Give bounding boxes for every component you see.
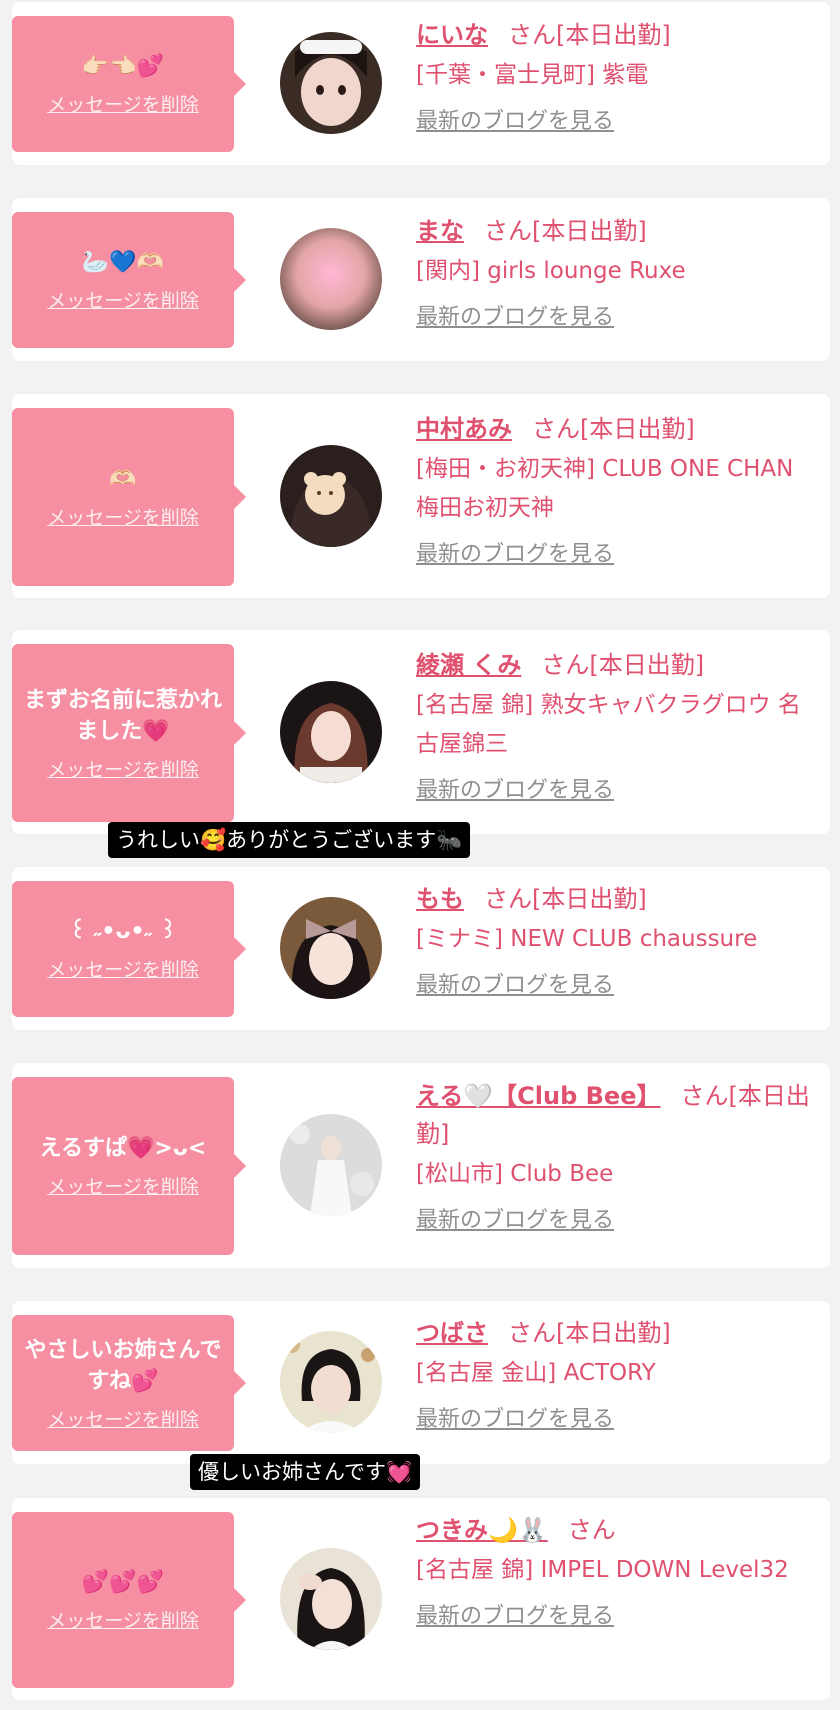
cast-status: さん	[567, 1516, 616, 1544]
avatar[interactable]	[280, 1331, 382, 1433]
avatar[interactable]	[280, 32, 382, 134]
avatar[interactable]	[280, 681, 382, 783]
avatar[interactable]	[280, 228, 382, 330]
cast-status: さん[本日出勤]	[484, 217, 647, 245]
message-bubble: 👉🏻👈🏻💕 メッセージを削除	[12, 16, 246, 152]
latest-blog-link[interactable]: 最新のブログを見る	[416, 969, 614, 1003]
message-bubble: 💕💕💕 メッセージを削除	[12, 1512, 246, 1688]
latest-blog-link[interactable]: 最新のブログを見る	[416, 538, 614, 572]
message-bubble: まずお名前に惹かれました💗 メッセージを削除	[12, 644, 246, 822]
message-text: 🫶🏻	[109, 467, 137, 492]
latest-blog-link[interactable]: 最新のブログを見る	[416, 105, 614, 139]
woman-photo-icon	[280, 681, 382, 783]
delete-message-link[interactable]: メッセージを削除	[47, 755, 199, 782]
delete-message-link[interactable]: メッセージを削除	[47, 1405, 199, 1432]
cast-status: さん[本日出勤]	[484, 885, 647, 913]
shop-name: [梅田・お初天神] CLUB ONE CHAN 梅田お初天神	[416, 456, 794, 521]
cast-name-link[interactable]: 綾瀬 くみ	[416, 651, 521, 679]
delete-message-link[interactable]: メッセージを削除	[47, 503, 199, 530]
cast-info: つきみ🌙🐰 さん [名古屋 錦] IMPEL DOWN Level32 最新のブロ…	[416, 1511, 816, 1634]
avatar[interactable]	[280, 445, 382, 547]
cast-info: える🤍【Club Bee】 さん[本日出勤] [松山市] Club Bee 最新の…	[416, 1077, 816, 1238]
cast-status: さん[本日出勤]	[541, 651, 705, 679]
message-text: 💕💕💕	[81, 1570, 165, 1595]
shop-name: [千葉・富士見町] 紫電	[416, 62, 649, 88]
white-dress-photo-icon	[280, 1114, 382, 1216]
cast-name-link[interactable]: にいな	[416, 21, 488, 49]
shop-name: [名古屋 錦] IMPEL DOWN Level32	[416, 1557, 789, 1583]
cast-info: つばさ さん[本日出勤] [名古屋 金山] ACTORY 最新のブログを見る	[416, 1314, 816, 1437]
cast-name-link[interactable]: える🤍【Club Bee】	[416, 1082, 660, 1110]
message-text: まずお名前に惹かれました💗	[23, 687, 222, 744]
salute-girl-photo-icon	[280, 1548, 382, 1650]
message-text: ꒰ ˶•ᴗ•˶ ꒱	[69, 919, 177, 944]
shop-name: [ミナミ] NEW CLUB chaussure	[416, 926, 758, 952]
delete-message-link[interactable]: メッセージを削除	[47, 90, 199, 117]
cast-info: 中村あみ さん[本日出勤] [梅田・お初天神] CLUB ONE CHAN 梅田お…	[416, 410, 816, 572]
cast-status: さん[本日出勤]	[532, 415, 695, 443]
cast-info: にいな さん[本日出勤] [千葉・富士見町] 紫電 最新のブログを見る	[416, 16, 816, 139]
avatar[interactable]	[280, 1114, 382, 1216]
message-text: 👉🏻👈🏻💕	[81, 54, 165, 79]
cast-name-link[interactable]: つばさ	[416, 1319, 488, 1347]
video-caption: うれしい🥰ありがとうございます🐜	[108, 822, 471, 858]
video-caption: 優しいお姉さんです💓	[190, 1454, 421, 1490]
bear-sticker-photo-icon	[280, 445, 382, 547]
latest-blog-link[interactable]: 最新のブログを見る	[416, 1403, 614, 1437]
avatar[interactable]	[280, 1548, 382, 1650]
cast-name-link[interactable]: 中村あみ	[416, 415, 512, 443]
cast-info: もも さん[本日出勤] [ミナミ] NEW CLUB chaussure 最新のブ…	[416, 880, 816, 1003]
message-bubble: やさしいお姉さんですね💕 メッセージを削除	[12, 1315, 246, 1451]
message-bubble: 🦢💙🫶🏻 メッセージを削除	[12, 212, 246, 348]
cast-status: さん[本日出勤]	[508, 1319, 671, 1347]
message-bubble: ꒰ ˶•ᴗ•˶ ꒱ メッセージを削除	[12, 881, 246, 1017]
latest-blog-link[interactable]: 最新のブログを見る	[416, 774, 614, 808]
cast-name-link[interactable]: つきみ🌙🐰	[416, 1516, 548, 1544]
message-text: 🦢💙🫶🏻	[81, 250, 165, 275]
message-text: えるすぱ💗>ᴗ<	[39, 1136, 207, 1161]
avatar[interactable]	[280, 897, 382, 999]
shop-name: [名古屋 錦] 熟女キャバクラグロウ 名古屋錦三	[416, 692, 801, 757]
girl-photo-icon	[280, 32, 382, 134]
shop-name: [名古屋 金山] ACTORY	[416, 1360, 656, 1386]
message-bubble: えるすぱ💗>ᴗ< メッセージを削除	[12, 1077, 246, 1255]
cast-info: 綾瀬 くみ さん[本日出勤] [名古屋 錦] 熟女キャバクラグロウ 名古屋錦三 最…	[416, 646, 816, 808]
shop-name: [松山市] Club Bee	[416, 1161, 614, 1187]
blurred-photo-icon	[280, 228, 382, 330]
short-hair-photo-icon	[280, 1331, 382, 1433]
latest-blog-link[interactable]: 最新のブログを見る	[416, 1204, 614, 1238]
message-text: やさしいお姉さんですね💕	[24, 1337, 222, 1394]
cast-info: まな さん[本日出勤] [関内] girls lounge Ruxe 最新のブログ…	[416, 212, 816, 335]
delete-message-link[interactable]: メッセージを削除	[47, 1606, 199, 1633]
delete-message-link[interactable]: メッセージを削除	[47, 286, 199, 313]
cast-name-link[interactable]: まな	[416, 217, 464, 245]
delete-message-link[interactable]: メッセージを削除	[47, 955, 199, 982]
shop-name: [関内] girls lounge Ruxe	[416, 258, 686, 284]
cast-name-link[interactable]: もも	[416, 885, 464, 913]
latest-blog-link[interactable]: 最新のブログを見る	[416, 1600, 614, 1634]
message-bubble: 🫶🏻 メッセージを削除	[12, 408, 246, 586]
bow-girl-photo-icon	[280, 897, 382, 999]
cast-status: さん[本日出勤]	[508, 21, 671, 49]
delete-message-link[interactable]: メッセージを削除	[47, 1172, 199, 1199]
latest-blog-link[interactable]: 最新のブログを見る	[416, 301, 614, 335]
